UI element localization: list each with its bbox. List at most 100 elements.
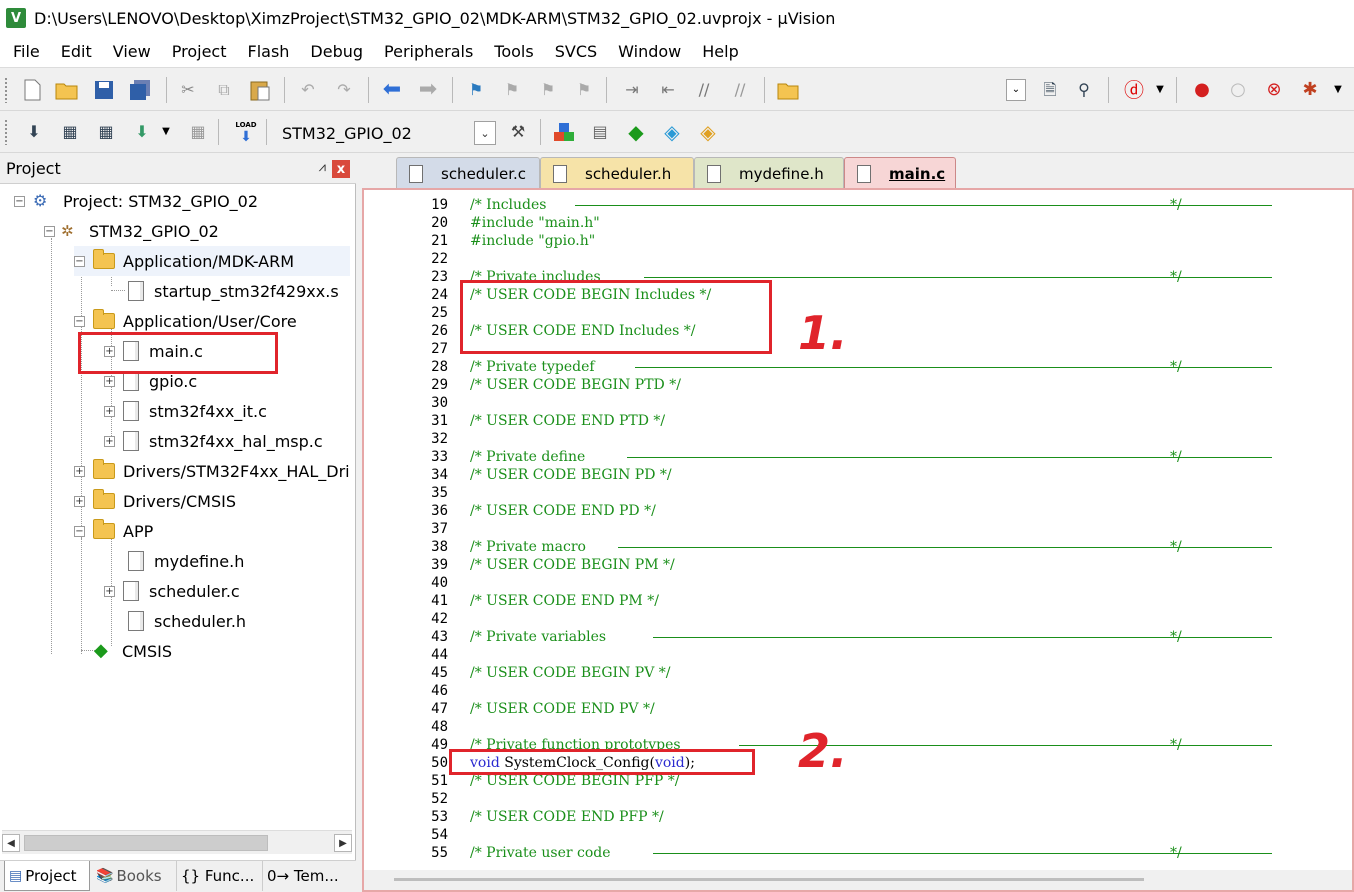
menu-help[interactable]: Help	[693, 42, 747, 61]
tab-mydefine-h[interactable]: mydefine.h	[694, 157, 844, 189]
editor-horizontal-scrollbar[interactable]	[364, 870, 1352, 890]
cut-icon[interactable]: ✂	[176, 78, 200, 102]
collapse-icon[interactable]: −	[74, 525, 85, 537]
open-file-icon[interactable]	[55, 78, 79, 102]
toolbar-grip[interactable]	[4, 77, 8, 103]
collapse-icon[interactable]: −	[74, 315, 85, 327]
target-select[interactable]: STM32_GPIO_02 ⌄	[272, 120, 496, 146]
collapse-icon[interactable]: −	[74, 255, 85, 267]
uncomment-icon[interactable]: //	[728, 78, 752, 102]
find-icon[interactable]: 🗎	[1038, 78, 1062, 102]
tree-node-file-startup[interactable]: startup_stm32f429xx.s	[128, 276, 339, 306]
tree-node-cmsis-component[interactable]: ◆ CMSIS	[94, 636, 172, 666]
tree-node-group-cmsis-drivers[interactable]: + Drivers/CMSIS	[74, 486, 236, 516]
tab-project[interactable]: ▤ Project	[4, 861, 90, 891]
menu-debug[interactable]: Debug	[301, 42, 372, 61]
tree-node-group-hal-driver[interactable]: + Drivers/STM32F4xx_HAL_Dri	[74, 456, 350, 486]
stop-build-icon[interactable]: ▦	[186, 120, 210, 144]
tree-node-project-root[interactable]: − ⚙ Project: STM32_GPIO_02	[14, 186, 258, 216]
scroll-thumb[interactable]	[394, 878, 1144, 881]
menu-tools[interactable]: Tools	[485, 42, 542, 61]
collapse-icon[interactable]: −	[44, 225, 55, 237]
close-icon[interactable]: x	[332, 160, 350, 178]
menu-file[interactable]: File	[4, 42, 49, 61]
rebuild-icon[interactable]: ▦	[94, 120, 118, 144]
breakpoint-disable-icon[interactable]: ○	[1226, 78, 1250, 102]
tree-node-file-scheduler-c[interactable]: + scheduler.c	[104, 576, 240, 606]
nav-back-icon[interactable]: ⬅	[380, 78, 404, 102]
expand-icon[interactable]: +	[74, 495, 85, 507]
breakpoint-disable-all-icon[interactable]: ⊗	[1262, 78, 1286, 102]
expand-icon[interactable]: +	[104, 375, 115, 387]
rte-icon[interactable]: ◈	[696, 120, 720, 144]
tree-label: Drivers/CMSIS	[123, 491, 236, 511]
tab-scheduler-h[interactable]: scheduler.h	[540, 157, 694, 189]
expand-icon[interactable]: +	[104, 585, 115, 597]
scroll-right-icon[interactable]: ▶	[334, 834, 352, 852]
chevron-down-icon[interactable]: ⌄	[474, 121, 496, 145]
breakpoint-insert-icon[interactable]: ●	[1190, 78, 1214, 102]
menu-project[interactable]: Project	[163, 42, 236, 61]
menu-edit[interactable]: Edit	[52, 42, 101, 61]
nav-forward-icon[interactable]: ➡	[416, 78, 440, 102]
tab-scheduler-c[interactable]: scheduler.c	[396, 157, 540, 189]
menu-window[interactable]: Window	[609, 42, 690, 61]
batch-build-dropdown-icon[interactable]: ▼	[154, 120, 178, 144]
build-icon[interactable]: ▦	[58, 120, 82, 144]
tree-node-target[interactable]: − ✲ STM32_GPIO_02	[44, 216, 219, 246]
menu-view[interactable]: View	[104, 42, 160, 61]
tab-functions[interactable]: {} Func...	[176, 861, 260, 891]
batch-build-icon[interactable]: ⬇	[130, 120, 154, 144]
comment-icon[interactable]: //	[692, 78, 716, 102]
find-combo-dropdown-icon[interactable]: ⌄	[1004, 78, 1028, 102]
breakpoint-dropdown-icon[interactable]: ▼	[1326, 78, 1350, 102]
copy-icon[interactable]: ⧉	[212, 78, 236, 102]
incremental-find-icon[interactable]: ⚲	[1072, 78, 1096, 102]
manage-rte-icon[interactable]: ◆	[624, 120, 648, 144]
find-in-files-icon[interactable]	[776, 78, 800, 102]
options-for-target-icon[interactable]: ⚒	[506, 120, 530, 144]
expand-icon[interactable]: +	[104, 405, 115, 417]
tree-node-file-scheduler-h[interactable]: scheduler.h	[128, 606, 246, 636]
expand-icon[interactable]: +	[74, 465, 85, 477]
download-icon[interactable]: LOAD ⬇	[232, 120, 260, 144]
unindent-icon[interactable]: ⇤	[656, 78, 680, 102]
tab-books[interactable]: 📚 Books	[92, 861, 174, 891]
scroll-left-icon[interactable]: ◀	[2, 834, 20, 852]
undo-icon[interactable]: ↶	[296, 78, 320, 102]
toolbar-grip-2[interactable]	[4, 119, 8, 145]
save-icon[interactable]	[92, 78, 116, 102]
save-all-icon[interactable]	[128, 78, 152, 102]
indent-icon[interactable]: ⇥	[620, 78, 644, 102]
breakpoint-kill-all-icon[interactable]: ✱	[1298, 78, 1322, 102]
menu-svcs[interactable]: SVCS	[546, 42, 606, 61]
tree-node-file-mydefine-h[interactable]: mydefine.h	[128, 546, 244, 576]
bookmark-icon[interactable]: ⚑	[464, 78, 488, 102]
menu-flash[interactable]: Flash	[238, 42, 298, 61]
pin-icon[interactable]: ⩘	[319, 160, 326, 175]
bookmark-prev-icon[interactable]: ⚑	[500, 78, 524, 102]
uvision-window: V D:\Users\LENOVO\Desktop\XimzProject\ST…	[0, 0, 1354, 892]
pack-installer-icon[interactable]: ◈	[660, 120, 684, 144]
menu-peripherals[interactable]: Peripherals	[375, 42, 482, 61]
debug-dropdown-icon[interactable]: ▼	[1148, 78, 1172, 102]
project-horizontal-scrollbar[interactable]: ◀ ▶	[2, 830, 352, 854]
debug-session-icon[interactable]: ⓓ	[1122, 78, 1146, 102]
tree-node-file-hal-msp-c[interactable]: + stm32f4xx_hal_msp.c	[104, 426, 323, 456]
paste-icon[interactable]	[248, 78, 272, 102]
bookmark-next-icon[interactable]: ⚑	[536, 78, 560, 102]
manage-project-items-icon[interactable]	[552, 120, 576, 144]
collapse-icon[interactable]: −	[14, 195, 25, 207]
tree-node-file-it-c[interactable]: + stm32f4xx_it.c	[104, 396, 267, 426]
select-packs-icon[interactable]: ▤	[588, 120, 612, 144]
tab-main-c[interactable]: main.c	[844, 157, 956, 189]
tree-node-group-mdk-arm[interactable]: − Application/MDK-ARM	[74, 246, 350, 276]
redo-icon[interactable]: ↷	[332, 78, 356, 102]
tab-templates[interactable]: 0→ Tem...	[262, 861, 348, 891]
new-file-icon[interactable]	[20, 78, 44, 102]
expand-icon[interactable]: +	[104, 435, 115, 447]
tree-node-group-app[interactable]: − APP	[74, 516, 153, 546]
translate-icon[interactable]: ⬇	[22, 120, 46, 144]
bookmark-clear-icon[interactable]: ⚑	[572, 78, 596, 102]
scroll-thumb[interactable]	[24, 835, 268, 851]
